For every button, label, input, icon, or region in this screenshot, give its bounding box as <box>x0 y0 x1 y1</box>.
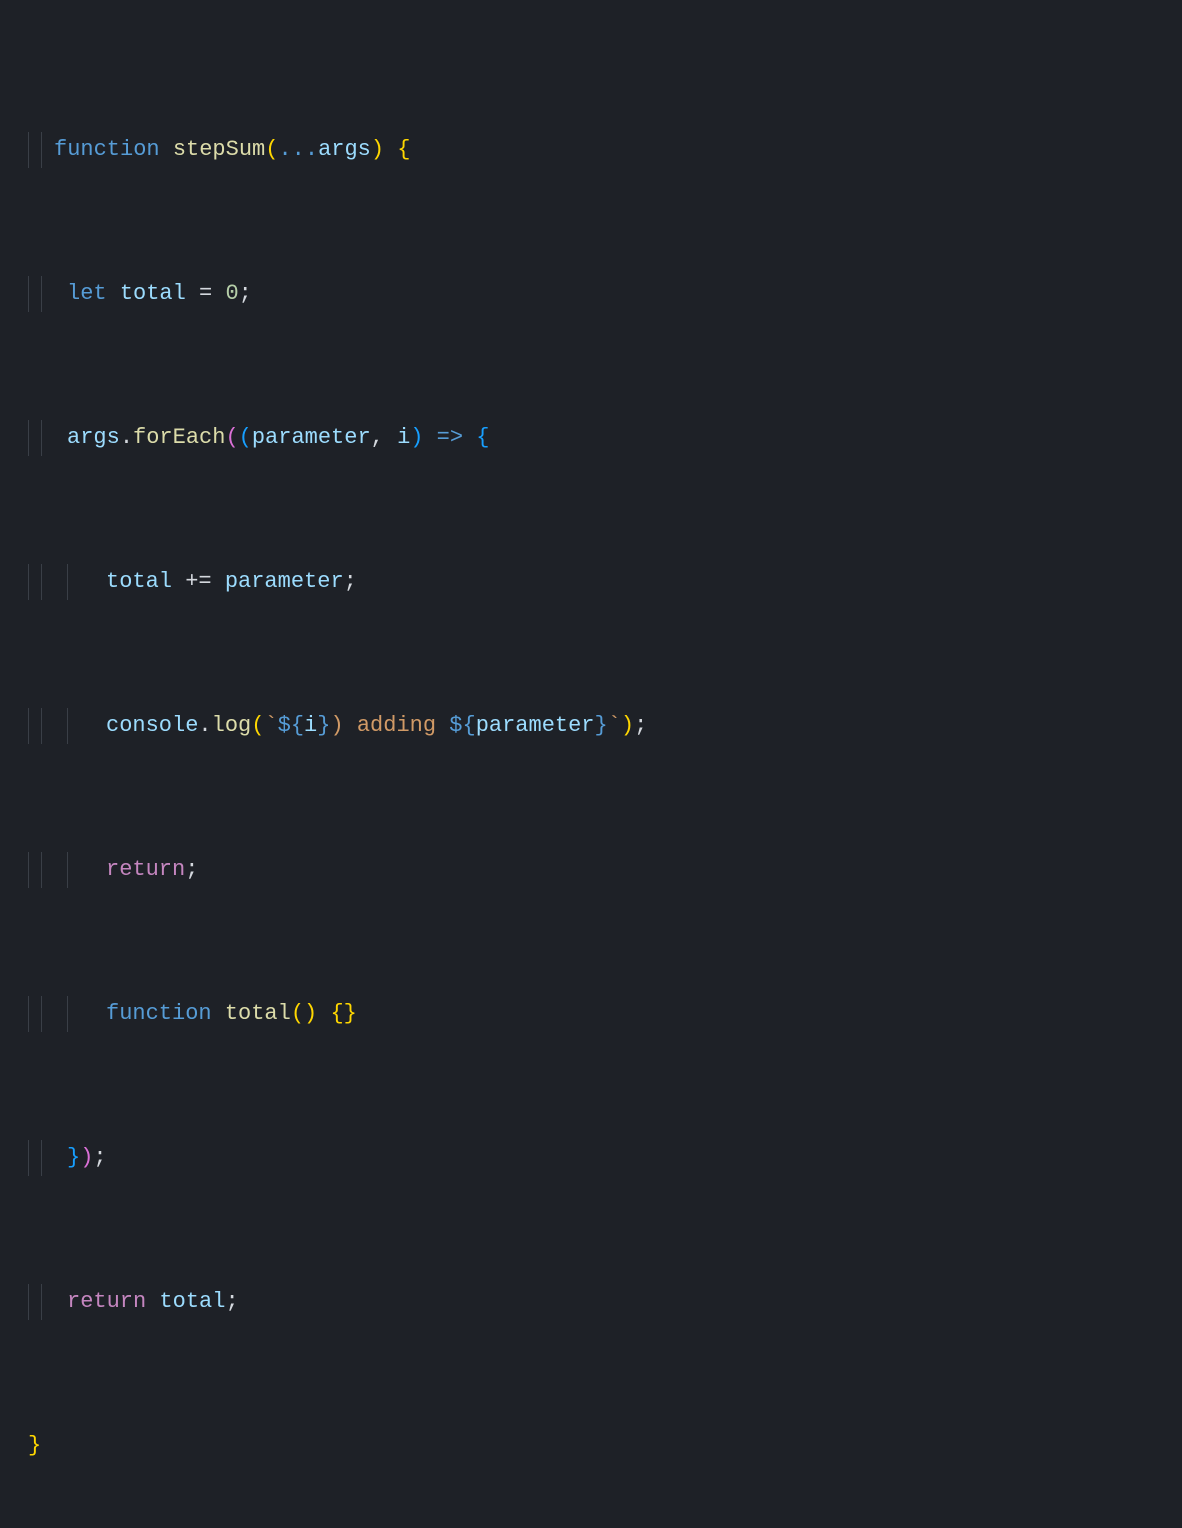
identifier-total: total <box>146 1289 225 1314</box>
paren-open: ( <box>239 425 252 450</box>
var-total: total <box>120 281 186 306</box>
function-name-total: total <box>225 1001 291 1026</box>
dot: . <box>120 425 133 450</box>
template-open: ${ <box>449 713 475 738</box>
template-text: ) adding <box>330 713 449 738</box>
code-line[interactable]: args.forEach((parameter, i) => { <box>20 420 1182 456</box>
param-parameter: parameter <box>252 425 371 450</box>
identifier-console: console <box>106 713 198 738</box>
brace-open: { <box>384 137 410 162</box>
identifier-args: args <box>67 425 120 450</box>
keyword-function: function <box>54 137 160 162</box>
semicolon: ; <box>239 281 252 306</box>
code-line[interactable]: total += parameter; <box>20 564 1182 600</box>
method-log: log <box>212 713 252 738</box>
backtick: ` <box>264 713 277 738</box>
equals: = <box>186 281 226 306</box>
paren-open: ( <box>251 713 264 738</box>
param-args: args <box>318 137 371 162</box>
identifier-parameter: parameter <box>225 569 344 594</box>
identifier-parameter: parameter <box>476 713 595 738</box>
brace-close: } <box>28 1433 41 1458</box>
paren-open: ( <box>291 1001 304 1026</box>
paren-close: ) <box>371 137 384 162</box>
backtick: ` <box>608 713 621 738</box>
code-line[interactable]: function stepSum(...args) { <box>20 132 1182 168</box>
semicolon: ; <box>344 569 357 594</box>
number-literal: 0 <box>225 281 238 306</box>
code-editor[interactable]: function stepSum(...args) { let total = … <box>0 0 1182 1528</box>
semicolon: ; <box>225 1289 238 1314</box>
semicolon: ; <box>634 713 647 738</box>
code-line[interactable]: function total() {} <box>20 996 1182 1032</box>
param-i: i <box>397 425 410 450</box>
brace-close: } <box>67 1145 80 1170</box>
semicolon: ; <box>185 857 198 882</box>
keyword-return: return <box>67 1289 146 1314</box>
template-close: } <box>595 713 608 738</box>
semicolon: ; <box>93 1145 106 1170</box>
arrow: => <box>423 425 476 450</box>
code-line[interactable]: } <box>20 1428 1182 1464</box>
plus-equals: += <box>172 569 225 594</box>
paren-open: ( <box>265 137 278 162</box>
keyword-return: return <box>106 857 185 882</box>
paren-close: ) <box>304 1001 317 1026</box>
spread-operator: ... <box>278 137 318 162</box>
code-line[interactable]: console.log(`${i}) adding ${parameter}`)… <box>20 708 1182 744</box>
identifier-total: total <box>106 569 172 594</box>
code-line[interactable]: let total = 0; <box>20 276 1182 312</box>
comma: , <box>371 425 397 450</box>
braces-empty: {} <box>317 1001 357 1026</box>
keyword-let: let <box>67 281 107 306</box>
paren-close: ) <box>410 425 423 450</box>
template-open: ${ <box>278 713 304 738</box>
keyword-function: function <box>106 1001 212 1026</box>
template-close: } <box>317 713 330 738</box>
brace-open: { <box>476 425 489 450</box>
method-foreach: forEach <box>133 425 225 450</box>
paren-close: ) <box>621 713 634 738</box>
identifier-i: i <box>304 713 317 738</box>
function-name: stepSum <box>173 137 265 162</box>
code-line[interactable]: return; <box>20 852 1182 888</box>
paren-close: ) <box>80 1145 93 1170</box>
dot: . <box>198 713 211 738</box>
code-line[interactable]: return total; <box>20 1284 1182 1320</box>
code-line[interactable]: }); <box>20 1140 1182 1176</box>
paren-open: ( <box>225 425 238 450</box>
